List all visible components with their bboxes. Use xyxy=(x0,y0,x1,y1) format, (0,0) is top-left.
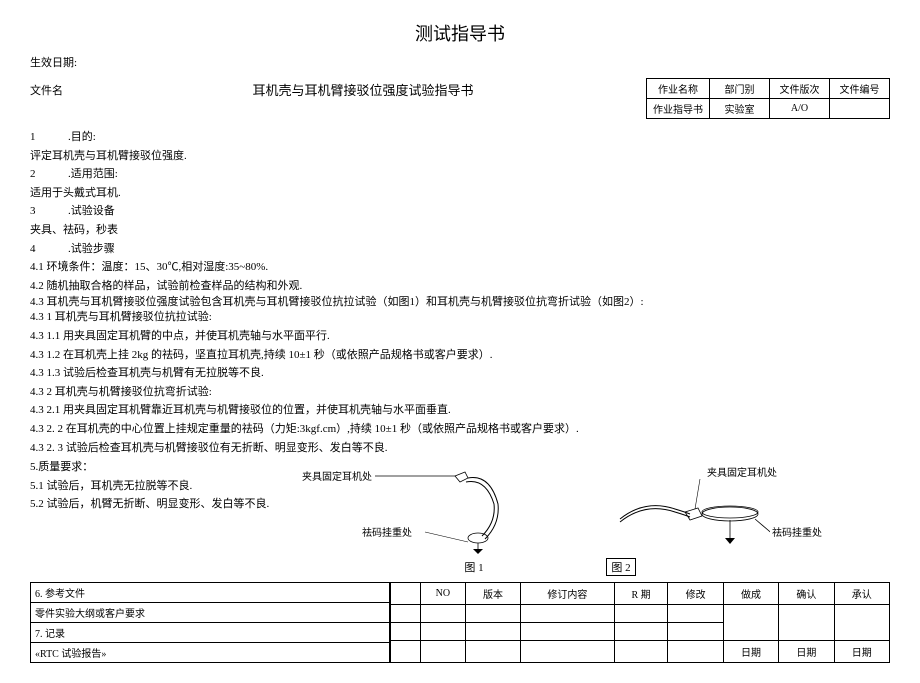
header-row: 文件名 耳机壳与耳机臂接驳位强度试验指导书 作业名称 部门别 文件版次 文件编号… xyxy=(30,78,890,119)
body-line: 4.3 耳机壳与耳机臂接驳位强度试验包含耳机壳与耳机臂接驳位抗拉试验（如图1）和… xyxy=(30,296,890,308)
file-label: 文件名 xyxy=(30,78,80,98)
br-cell xyxy=(614,605,668,623)
body-line: 1.目的: xyxy=(30,129,890,147)
br-cell xyxy=(465,623,520,641)
fig1-label: 图 1 xyxy=(464,562,483,574)
meta-v2: 实验室 xyxy=(710,99,770,119)
body-line: 4.3 1 耳机壳与耳机臂接驳位抗拉试验: xyxy=(30,309,890,327)
br-blank xyxy=(391,583,421,605)
br-cell xyxy=(391,605,421,623)
diagram-1-clamp-label: 夹具固定耳机处 xyxy=(300,468,374,483)
br-cell xyxy=(614,640,668,662)
body-line: 4.3 1.1 用夹具固定耳机臂的中点，并使耳机壳轴与水平面平行. xyxy=(30,328,890,346)
br-h6: 做成 xyxy=(723,583,778,605)
br-cell xyxy=(668,605,723,623)
body-line: 4.3 1.3 试验后检查耳机壳与机臂有无拉脱等不良. xyxy=(30,365,890,383)
body-line: 4.3 2. 3 试验后检查耳机壳与机臂接驳位有无折断、明显变形、发白等不良. xyxy=(30,440,890,458)
diagram-1: 夹具固定耳机处 祛码挂重处 xyxy=(350,464,550,554)
br-cell xyxy=(668,623,723,641)
meta-v3: A/O xyxy=(770,99,830,119)
effective-date-label: 生效日期: xyxy=(30,54,890,70)
meta-v1: 作业指导书 xyxy=(647,99,710,119)
br-cell xyxy=(521,623,615,641)
diagram-1-svg xyxy=(350,464,550,554)
body-line: 4.3 2.1 用夹具固定耳机臂靠近耳机壳与机臂接驳位的位置，并使耳机壳轴与水平… xyxy=(30,402,890,420)
bottom-right-table: NO 版本 修订内容 R 期 修改 做成 确认 承认 xyxy=(390,582,890,663)
br-cell xyxy=(723,605,778,641)
br-cell xyxy=(391,623,421,641)
diagram-2: 夹具固定耳机处 祛码挂重处 xyxy=(610,464,840,554)
meta-v4 xyxy=(830,99,890,119)
body-line: 夹具、祛码，秒表 xyxy=(30,222,890,240)
diagram-2-clamp-label: 夹具固定耳机处 xyxy=(705,464,779,479)
br-cell xyxy=(668,640,723,662)
br-cell xyxy=(521,640,615,662)
fig2-label: 图 2 xyxy=(606,558,635,576)
bl-r2: 零件实验大纲或客户要求 xyxy=(31,603,390,623)
br-cell xyxy=(391,640,421,662)
body-line: 3.试验设备 xyxy=(30,203,890,221)
meta-h1: 作业名称 xyxy=(647,79,710,99)
br-cell xyxy=(421,605,466,623)
br-date: 日期 xyxy=(723,640,778,662)
br-cell xyxy=(779,605,834,641)
br-h8: 承认 xyxy=(834,583,889,605)
diagram-1-weight-label: 祛码挂重处 xyxy=(360,524,414,539)
body-line: 4.试验步骤 xyxy=(30,241,890,259)
page-title: 测试指导书 xyxy=(30,20,890,46)
br-cell xyxy=(614,623,668,641)
bottom-left-table: 6. 参考文件 零件实验大纲或客户要求 7. 记录 «RTC 试验报告» xyxy=(30,582,390,663)
meta-h2: 部门别 xyxy=(710,79,770,99)
br-cell xyxy=(421,640,466,662)
body-line: 4.1 环境条件：温度：15、30℃,相对湿度:35~80%. xyxy=(30,259,890,277)
br-h1: NO xyxy=(421,583,466,605)
br-h2: 版本 xyxy=(465,583,520,605)
body-line: 适用于头戴式耳机. xyxy=(30,185,890,203)
body-line: 4.3 2. 2 在耳机壳的中心位置上挂规定重量的祛码（力矩:3kgf.cm）,… xyxy=(30,421,890,439)
br-h4: R 期 xyxy=(614,583,668,605)
br-cell xyxy=(465,640,520,662)
body-line: 5.2 试验后，机臂无折断、明显变形、发白等不良. xyxy=(30,496,350,514)
body-line: 评定耳机壳与耳机臂接驳位强度. xyxy=(30,148,890,166)
bl-r4: «RTC 试验报告» xyxy=(31,643,390,663)
body-line: 4.2 随机抽取合格的样品，试验前检查样品的结构和外观. xyxy=(30,278,890,296)
bottom-tables: 6. 参考文件 零件实验大纲或客户要求 7. 记录 «RTC 试验报告» NO … xyxy=(30,582,890,663)
meta-table: 作业名称 部门别 文件版次 文件编号 作业指导书 实验室 A/O xyxy=(646,78,890,119)
br-date: 日期 xyxy=(834,640,889,662)
meta-h4: 文件编号 xyxy=(830,79,890,99)
file-name: 耳机壳与耳机臂接驳位强度试验指导书 xyxy=(80,78,646,99)
br-cell xyxy=(421,623,466,641)
meta-h3: 文件版次 xyxy=(770,79,830,99)
br-cell xyxy=(834,605,889,641)
br-cell xyxy=(465,605,520,623)
bl-r3: 7. 记录 xyxy=(31,623,390,643)
body-line: 4.3 2 耳机壳与机臂接驳位抗弯折试验: xyxy=(30,384,890,402)
br-h3: 修订内容 xyxy=(521,583,615,605)
bl-r1: 6. 参考文件 xyxy=(31,583,390,603)
br-cell xyxy=(521,605,615,623)
body-line: 2.适用范围: xyxy=(30,166,890,184)
br-h5: 修改 xyxy=(668,583,723,605)
br-h7: 确认 xyxy=(779,583,834,605)
body-line: 4.3 1.2 在耳机壳上挂 2kg 的祛码，坚直拉耳机壳,持续 10±1 秒（… xyxy=(30,347,890,365)
diagram-2-weight-label: 祛码挂重处 xyxy=(770,524,824,539)
figure-labels: 图 1 图 2 xyxy=(30,558,890,576)
br-date: 日期 xyxy=(779,640,834,662)
